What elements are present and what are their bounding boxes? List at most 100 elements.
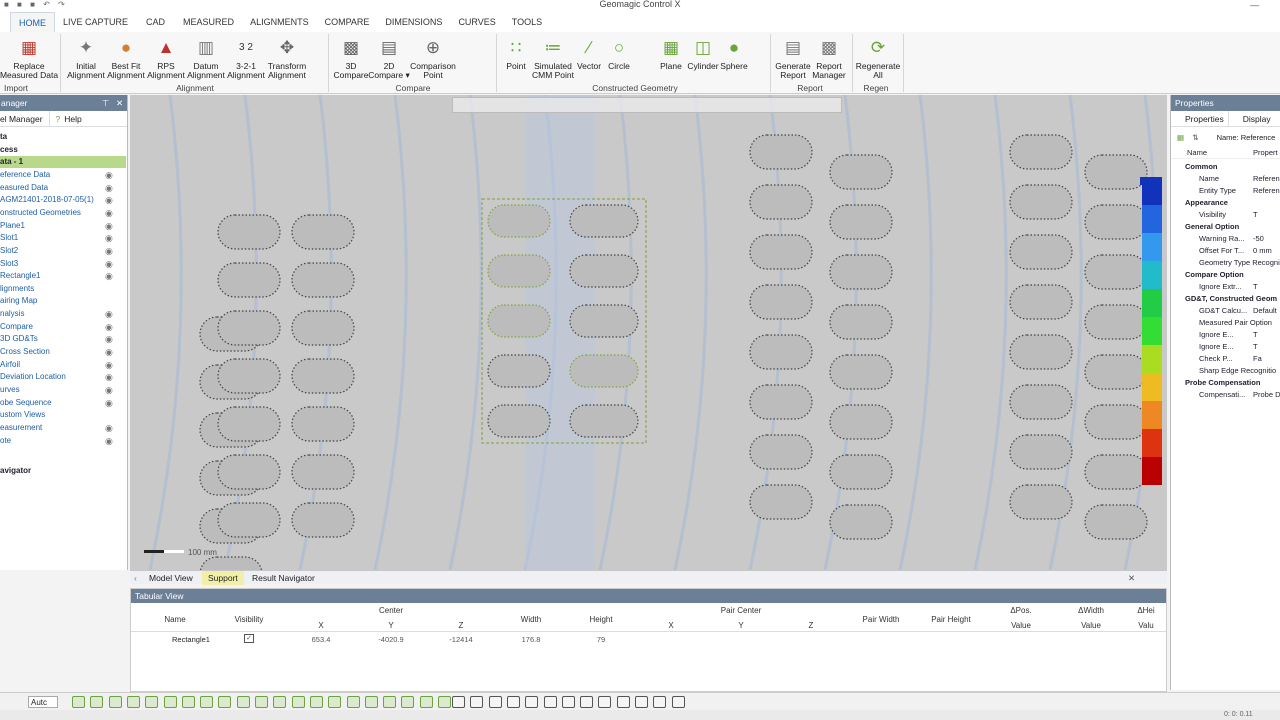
view-tool-icon[interactable] [364,696,378,708]
tree-item[interactable]: Rectangle1 ◉ [0,270,126,282]
selection-tool-icon[interactable] [671,696,685,708]
sort-icon[interactable]: ▦ [1177,133,1184,142]
selection-tool-icon[interactable] [488,696,502,708]
3d-viewport[interactable]: 100 mm [130,95,1167,570]
visibility-eye-icon[interactable]: ◉ [105,169,113,181]
view-tool-icon[interactable] [236,696,250,708]
property-row[interactable]: Measured Pair Option [1171,317,1280,329]
circle-button[interactable]: ○ Circle [604,34,634,71]
visibility-eye-icon[interactable]: ◉ [105,207,113,219]
property-row[interactable]: GD&T Calcu... Default [1171,305,1280,317]
tree-item[interactable]: ta [0,131,126,143]
tree-item[interactable]: Plane1 ◉ [0,220,126,232]
visibility-eye-icon[interactable]: ◉ [105,308,113,320]
property-row[interactable]: Visibility T [1171,209,1280,221]
col-height[interactable]: Height [566,615,636,624]
close-icon[interactable]: ✕ [1128,571,1135,585]
selection-tool-icon[interactable] [616,696,630,708]
visibility-eye-icon[interactable]: ◉ [105,359,113,371]
property-row[interactable]: Common [1171,161,1280,173]
tab-properties[interactable]: Properties [1171,111,1229,126]
datum-alignment-button[interactable]: ▥ Datum Alignment [184,34,228,80]
selection-tool-icon[interactable] [543,696,557,708]
view-tool-icon[interactable] [90,696,104,708]
property-row[interactable]: Ignore E... T [1171,329,1280,341]
sphere-button[interactable]: ● Sphere [719,34,749,71]
transform-alignment-button[interactable]: ✥ Transform Alignment [264,34,310,80]
property-row[interactable]: Name Referen [1171,173,1280,185]
tree-item[interactable]: Slot3 ◉ [0,258,126,270]
best-fit-alignment-button[interactable]: ● Best Fit Alignment [104,34,148,80]
col-width[interactable]: Width [496,615,566,624]
property-row[interactable]: Sharp Edge Recognitio [1171,365,1280,377]
property-row[interactable]: GD&T, Constructed Geom [1171,293,1280,305]
tab-alignments[interactable]: ALIGNMENTS [242,12,317,32]
col-pair-width[interactable]: Pair Width [846,615,916,624]
selection-tool-icon[interactable] [561,696,575,708]
property-row[interactable]: Appearance [1171,197,1280,209]
tree-item[interactable]: urves ◉ [0,384,126,396]
point-cloud-view[interactable] [130,95,1167,570]
tab-support[interactable]: Support [202,571,244,585]
property-row[interactable]: Geometry Type Recogni [1171,257,1280,269]
tree-item[interactable]: airing Map [0,295,126,307]
visibility-eye-icon[interactable]: ◉ [105,245,113,257]
property-row[interactable]: Entity Type Referen [1171,185,1280,197]
view-tool-icon[interactable] [328,696,342,708]
tree-item[interactable]: ustom Views [0,409,126,421]
tab-compare[interactable]: COMPARE [317,12,378,32]
col-pair-height[interactable]: Pair Height [916,615,986,624]
view-tool-icon[interactable] [200,696,214,708]
tab-model-view[interactable]: Model View [149,571,193,585]
col-z[interactable]: Z [426,621,496,630]
plane-button[interactable]: ▦ Plane [656,34,686,71]
selection-tool-icon[interactable] [635,696,648,708]
tree-item[interactable]: AGM21401-2018-07-05(1) ◉ [0,194,126,206]
col-y[interactable]: Y [356,621,426,630]
property-row[interactable]: Compensati... Probe D [1171,389,1280,401]
tab-help[interactable]: Help [60,111,81,126]
col-delta-height[interactable]: ΔHei [1126,606,1166,615]
visibility-eye-icon[interactable]: ◉ [105,371,113,383]
view-tool-icon[interactable] [273,696,287,708]
tree-item[interactable]: obe Sequence ◉ [0,397,126,409]
tree-item[interactable]: nalysis ◉ [0,308,126,320]
view-tool-icon[interactable] [145,696,159,708]
view-tool-icon[interactable] [126,696,140,708]
visibility-eye-icon[interactable]: ◉ [105,220,113,232]
col-delta-pos[interactable]: ΔPos. [986,606,1056,615]
property-row[interactable]: Warning Ra... -50 [1171,233,1280,245]
visibility-eye-icon[interactable]: ◉ [105,397,113,409]
visibility-eye-icon[interactable]: ◉ [105,270,113,282]
initial-alignment-button[interactable]: ✦ Initial Alignment [64,34,108,80]
view-tool-icon[interactable] [291,696,305,708]
tree-item[interactable]: ote ◉ [0,435,126,447]
close-icon[interactable]: ✕ [116,95,123,111]
scroll-left-icon[interactable]: ‹ [134,571,137,585]
tab-dimensions[interactable]: DIMENSIONS [377,12,450,32]
view-tool-icon[interactable] [419,696,433,708]
row-name[interactable]: Rectangle1 [131,635,251,644]
tree-item[interactable]: cess [0,144,126,156]
col-name[interactable]: Name [131,615,219,624]
cylinder-button[interactable]: ◫ Cylinder [686,34,720,71]
tab-live-capture[interactable]: LIVE CAPTURE [55,12,136,32]
generate-report-button[interactable]: ▤ Generate Report [774,34,812,80]
report-manager-button[interactable]: ▩ Report Manager [810,34,848,80]
selection-mode-select[interactable]: Autc [28,696,58,708]
view-tool-icon[interactable] [383,696,397,708]
tree-item[interactable]: Deviation Location ◉ [0,371,126,383]
tree-item[interactable]: easurement ◉ [0,422,126,434]
tree-item[interactable]: onstructed Geometries ◉ [0,207,126,219]
property-row[interactable]: Compare Option [1171,269,1280,281]
selection-tool-icon[interactable] [525,696,539,708]
property-row[interactable]: Probe Compensation [1171,377,1280,389]
rps-alignment-button[interactable]: ▲ RPS Alignment [144,34,188,80]
tab-display[interactable]: Display [1229,111,1271,126]
replace-measured-data-button[interactable]: ▦ Replace Measured Data [0,34,58,80]
property-row[interactable]: Ignore E... T [1171,341,1280,353]
col-pair-z[interactable]: Z [776,621,846,630]
view-tool-icon[interactable] [108,696,122,708]
tab-measured[interactable]: MEASURED [175,12,242,32]
col-visibility[interactable]: Visibility [219,615,279,624]
